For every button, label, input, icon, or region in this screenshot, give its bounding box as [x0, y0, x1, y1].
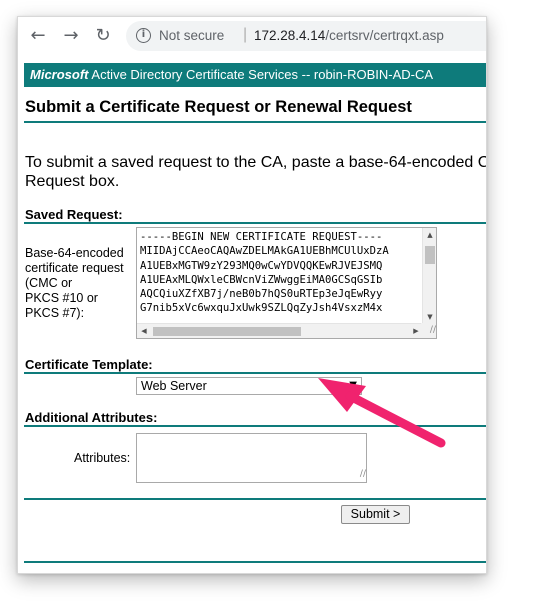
browser-toolbar: ← → ↻ i Not secure | 172.28.4.14/certsrv… — [18, 17, 486, 57]
service-banner: Microsoft Active Directory Certificate S… — [24, 63, 486, 87]
attributes-label: Attributes: — [74, 451, 131, 465]
page-title: Submit a Certificate Request or Renewal … — [25, 98, 412, 116]
saved-request-textarea[interactable]: -----BEGIN NEW CERTIFICATE REQUEST---- M… — [136, 227, 437, 339]
address-separator: | — [243, 26, 248, 43]
additional-attributes-divider — [24, 425, 486, 427]
field-label-line: PKCS #10 or — [25, 291, 98, 305]
intro-line-1: To submit a saved request to the CA, pas… — [25, 154, 487, 171]
scroll-up-icon[interactable]: ▲ — [423, 228, 436, 242]
vertical-scrollbar[interactable]: ▲ ▼ — [422, 228, 436, 324]
vertical-scroll-thumb[interactable] — [425, 246, 435, 264]
resize-grip-icon[interactable]: ∕∕ — [351, 467, 366, 482]
url-text[interactable]: 172.28.4.14/certsrv/certrqxt.asp — [254, 28, 444, 43]
template-heading: Certificate Template: — [25, 357, 153, 372]
submit-button[interactable]: Submit > — [341, 505, 410, 524]
arrow-left-icon[interactable]: ← — [28, 25, 48, 47]
field-label-line: Base-64-encoded — [25, 246, 124, 260]
saved-request-divider — [24, 222, 486, 224]
resize-grip-icon[interactable]: ∕∕ — [421, 323, 436, 338]
template-divider — [24, 372, 486, 374]
actions-divider — [24, 498, 486, 500]
horizontal-scrollbar[interactable]: ◀ ▶ — [137, 323, 423, 338]
scroll-left-icon[interactable]: ◀ — [137, 324, 151, 338]
banner-brand: Microsoft — [30, 67, 89, 82]
saved-request-value[interactable]: -----BEGIN NEW CERTIFICATE REQUEST---- M… — [140, 230, 422, 322]
additional-attributes-heading: Additional Attributes: — [25, 410, 158, 425]
info-icon[interactable]: i — [136, 28, 151, 43]
saved-request-field-label: Base-64-encoded certificate request (CMC… — [25, 246, 124, 321]
certificate-template-select[interactable]: Web Server ▼ — [136, 377, 362, 395]
address-bar[interactable]: i Not secure | 172.28.4.14/certsrv/certr… — [126, 21, 486, 51]
field-label-line: PKCS #7): — [25, 306, 85, 320]
scroll-down-icon[interactable]: ▼ — [423, 310, 436, 324]
horizontal-scroll-thumb[interactable] — [153, 327, 301, 336]
field-label-line: (CMC or — [25, 276, 73, 290]
url-path: /certsrv/certrqxt.asp — [325, 28, 444, 43]
footer-divider — [24, 561, 486, 563]
template-selected-value: Web Server — [141, 379, 207, 393]
url-host: 172.28.4.14 — [254, 28, 326, 43]
saved-request-heading: Saved Request: — [25, 207, 123, 222]
intro-text: To submit a saved request to the CA, pas… — [25, 153, 487, 191]
reload-icon[interactable]: ↻ — [93, 25, 113, 47]
title-divider — [24, 121, 486, 123]
chevron-down-icon: ▼ — [349, 380, 357, 391]
intro-line-2: Request box. — [25, 173, 120, 190]
banner-text: Active Directory Certificate Services --… — [88, 67, 434, 82]
field-label-line: certificate request — [25, 261, 124, 275]
arrow-right-icon[interactable]: → — [61, 25, 81, 47]
security-status[interactable]: Not secure — [159, 28, 224, 43]
browser-window: ← → ↻ i Not secure | 172.28.4.14/certsrv… — [17, 16, 487, 574]
attributes-textarea[interactable]: ∕∕ — [136, 433, 367, 483]
